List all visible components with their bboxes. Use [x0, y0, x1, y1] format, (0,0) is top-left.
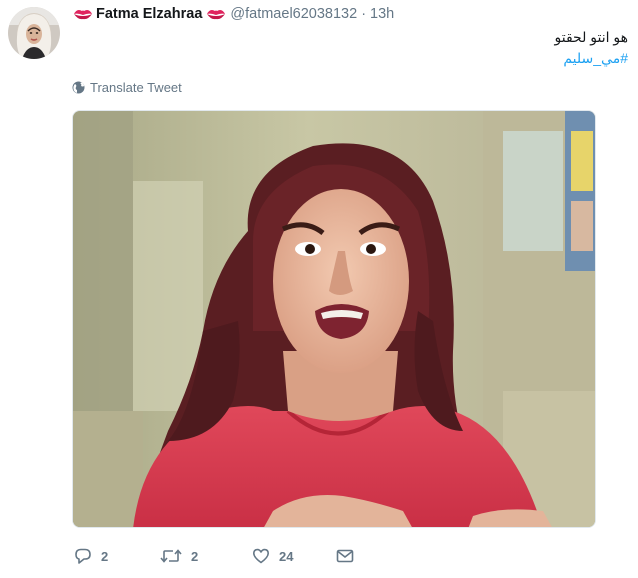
- username[interactable]: @fatmael62038132: [230, 6, 357, 22]
- avatar[interactable]: [8, 7, 60, 59]
- translate-label: Translate Tweet: [90, 80, 182, 95]
- globe-icon: [72, 81, 85, 94]
- like-count: 24: [279, 548, 294, 564]
- display-name[interactable]: Fatma Elzahraa: [96, 6, 202, 22]
- photo-of-woman-in-red-shirt: [73, 111, 595, 527]
- retweet-button[interactable]: 2: [160, 547, 252, 565]
- tweet-body: هو انتو لحقتو: [554, 29, 628, 45]
- hashtag-link[interactable]: #مي_سليم: [555, 48, 628, 69]
- tweet-text: هو انتو لحقتو #مي_سليم: [555, 27, 628, 69]
- translate-tweet-link[interactable]: Translate Tweet: [72, 80, 182, 95]
- reply-icon: [75, 548, 91, 564]
- like-button[interactable]: 24: [252, 547, 336, 565]
- direct-message-button[interactable]: [336, 548, 366, 564]
- reply-button[interactable]: 2: [74, 547, 160, 565]
- kiss-mark-icon: [74, 10, 92, 20]
- kiss-mark-icon: [207, 10, 226, 20]
- retweet-icon: [160, 549, 182, 563]
- reply-count: 2: [101, 548, 109, 564]
- tweet-media-photo[interactable]: [72, 110, 596, 528]
- envelope-icon: [336, 549, 354, 563]
- tweet-actions: 2 2 24: [74, 545, 366, 567]
- avatar-image: [8, 7, 60, 59]
- tweet-timestamp[interactable]: 13h: [370, 6, 394, 22]
- separator-dot: ·: [361, 6, 367, 22]
- tweet-card: Fatma Elzahraa @fatmael62038132 · 13h هو…: [0, 0, 638, 578]
- heart-icon: [253, 548, 269, 564]
- retweet-count: 2: [191, 548, 199, 564]
- tweet-header: Fatma Elzahraa @fatmael62038132 · 13h: [73, 4, 394, 24]
